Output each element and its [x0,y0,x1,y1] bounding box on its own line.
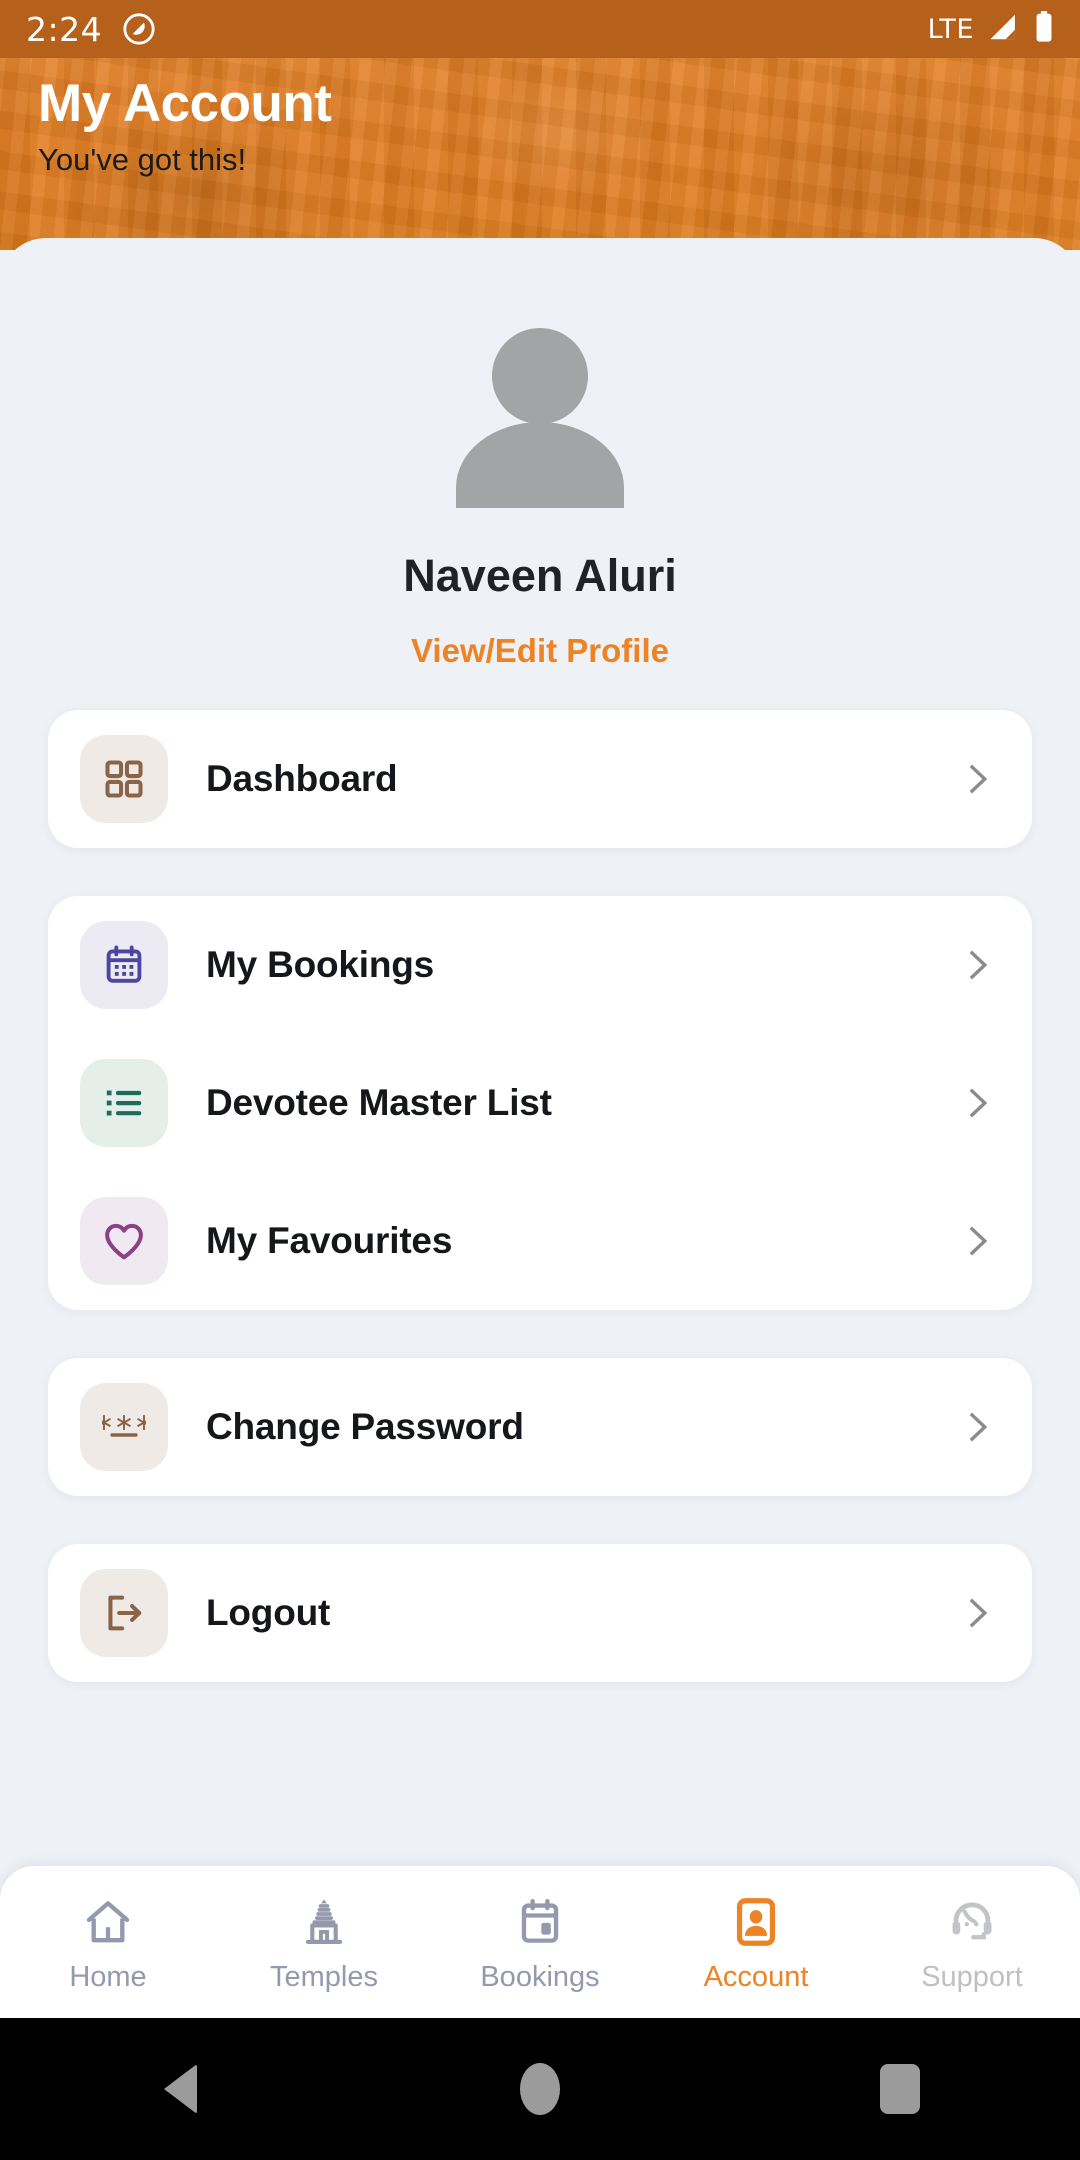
menu-item-label: Logout [206,1592,331,1633]
nav-item-label: Temples [270,1961,378,1993]
menu-card-group-1: Dashboard [48,710,1032,848]
avatar-head [492,328,588,424]
home-circle-icon[interactable] [460,2018,620,2160]
menu-item-my-favourites[interactable]: My Favourites [48,1172,1032,1310]
bottom-navigation-bar: Home Temples Bookings Account Support [0,1866,1080,2018]
menu-item-label: My Favourites [206,1220,453,1261]
logout-arrow-icon [80,1569,168,1657]
avatar-body [456,422,624,508]
list-bullet-icon [80,1059,168,1147]
temple-gopuram-icon [298,1896,350,1953]
account-id-card-icon [730,1896,782,1953]
menu-item-label: My Bookings [206,944,435,985]
nav-item-bookings[interactable]: Bookings [432,1866,648,2018]
view-edit-profile-link[interactable]: View/Edit Profile [0,632,1080,670]
menu-item-label: Devotee Master List [206,1082,552,1123]
menu-item-dashboard[interactable]: Dashboard [48,710,1032,848]
menu-item-change-password[interactable]: ∗∗∗ Change Password [48,1358,1032,1496]
menu-item-logout[interactable]: Logout [48,1544,1032,1682]
page-subtitle: You've got this! [38,141,247,177]
menu-item-label: Dashboard [206,758,398,799]
menu-item-devotee-master-list[interactable]: Devotee Master List [48,1034,1032,1172]
header-titles: My Account You've got this! [38,74,332,178]
battery-full-icon [1034,10,1054,48]
menu-card-group-4: Logout [48,1544,1032,1682]
network-type-label: LTE [927,13,974,45]
grid-dashboard-icon [80,735,168,823]
nav-item-home[interactable]: Home [0,1866,216,2018]
system-navigation-bar [0,2018,1080,2160]
do-not-disturb-icon [122,12,156,46]
chevron-right-icon [960,1410,994,1444]
account-panel: Naveen Aluri View/Edit Profile Dashboard [0,238,1080,1898]
calendar-icon [80,921,168,1009]
calendar-bookings-icon [514,1896,566,1953]
menu-item-my-bookings[interactable]: My Bookings [48,896,1032,1034]
phone-screen: My Account You've got this! 2:24 LTE Nav… [0,0,1080,2160]
status-right-icons: LTE [927,10,1054,48]
page-title: My Account [38,74,332,133]
nav-item-account[interactable]: Account [648,1866,864,2018]
profile-name: Naveen Aluri [403,550,677,601]
chevron-right-icon [960,1086,994,1120]
avatar[interactable] [440,328,640,528]
signal-bars-icon [987,12,1021,47]
menu-card-group-2: My Bookings Devotee Master List My Favou… [48,896,1032,1310]
home-icon [82,1896,134,1953]
svg-text:∗∗∗: ∗∗∗ [102,1408,146,1436]
asterisks-password-icon: ∗∗∗ [80,1383,168,1471]
chevron-right-icon [960,948,994,982]
menu-item-label: Change Password [206,1406,524,1447]
avatar-container [0,328,1080,528]
status-bar: 2:24 LTE [0,0,1080,58]
chevron-right-icon [960,1596,994,1630]
recents-square-icon[interactable] [820,2018,980,2160]
chevron-right-icon [960,1224,994,1258]
headset-support-icon [946,1896,998,1953]
nav-item-label: Home [69,1961,147,1993]
chevron-right-icon [960,762,994,796]
nav-item-label: Bookings [480,1961,600,1993]
nav-item-temples[interactable]: Temples [216,1866,432,2018]
nav-item-support[interactable]: Support [864,1866,1080,2018]
nav-item-label: Account [703,1961,809,1993]
status-time: 2:24 [26,9,103,49]
nav-item-label: Support [921,1961,1023,1993]
back-triangle-icon[interactable] [100,2018,260,2160]
heart-outline-icon [80,1197,168,1285]
menu-card-group-3: ∗∗∗ Change Password [48,1358,1032,1496]
